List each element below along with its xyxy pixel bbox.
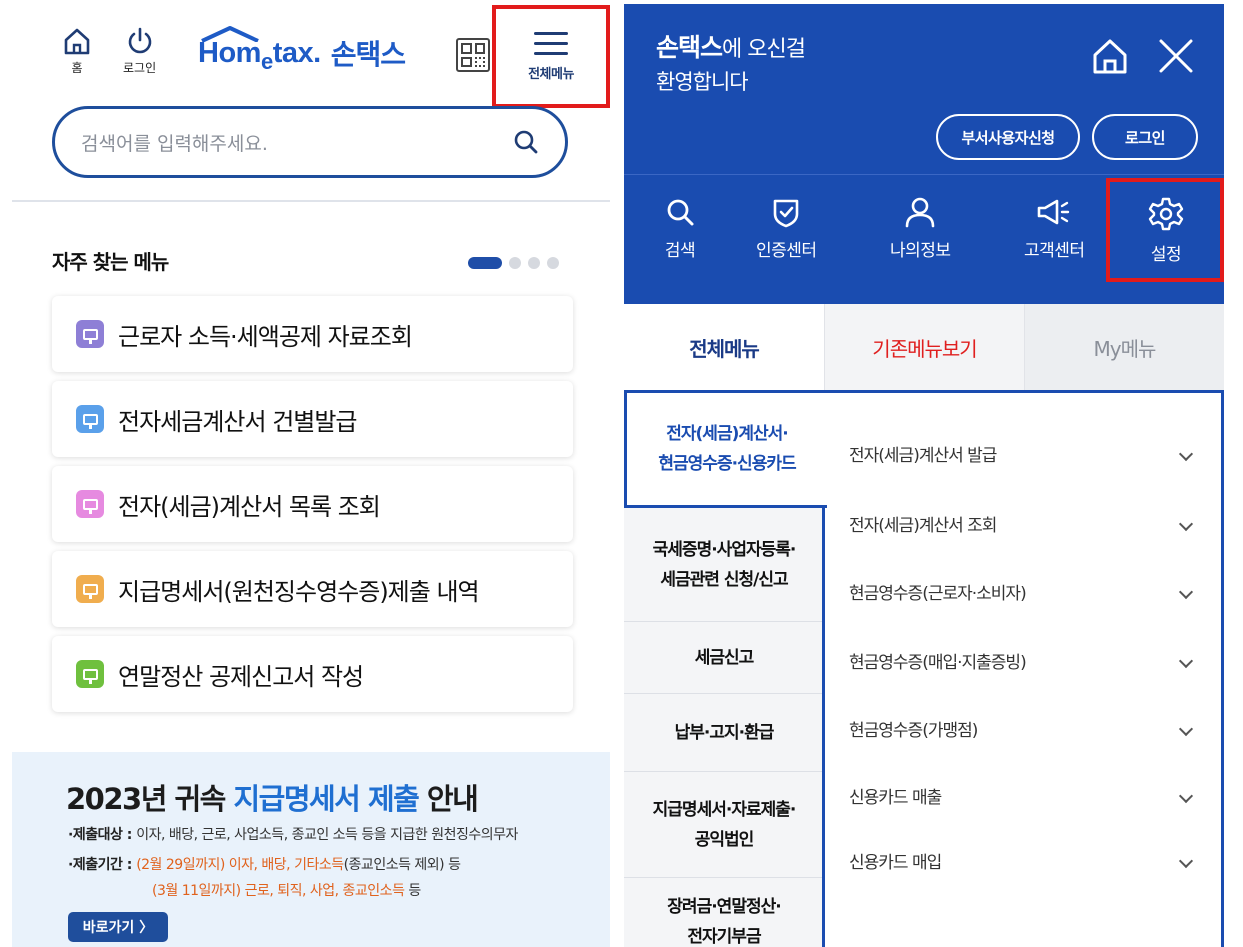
quick-search-label: 검색 <box>664 241 696 261</box>
quick-myinfo-label: 나의정보 <box>890 241 951 261</box>
menu-header: 손택스에 오신걸 환영합니다 부서사용자신청 로그인 검색 인증센터 나의정보 … <box>624 4 1224 304</box>
settings-highlight <box>1106 178 1224 282</box>
category-etax-receipt-card[interactable]: 전자(세금)계산서· 현금영수증·신용카드 <box>624 390 827 508</box>
main-page: 홈 로그인 Hometax. 손택스 전체메뉴 검색어를 입력해주세요. 자주 … <box>0 0 610 947</box>
submenu-item[interactable]: 현금영수증(매입·지출증빙) <box>849 648 1201 673</box>
favorite-item-label: 전자세금계산서 건별발급 <box>118 407 358 436</box>
home-icon[interactable] <box>1090 36 1130 76</box>
favorite-item[interactable]: 근로자 소득·세액공제 자료조회 <box>52 296 573 372</box>
chevron-down-icon <box>1178 853 1194 868</box>
search-icon <box>667 199 694 226</box>
logo-english: Hometax. <box>198 36 321 74</box>
favorites-title: 자주 찾는 메뉴 <box>52 250 169 274</box>
notice-period-line-2: (3월 11일까지) 근로, 퇴직, 사업, 종교인소득 등 <box>152 883 421 899</box>
quick-myinfo-button[interactable]: 나의정보 <box>890 196 951 261</box>
search-icon[interactable] <box>513 129 539 155</box>
category-certificate-registration[interactable]: 국세증명·사업자등록· 세금관련 신청/신고 <box>624 508 824 622</box>
favorite-item[interactable]: 지급명세서(원천징수영수증)제출 내역 <box>52 551 573 627</box>
login-button[interactable]: 로그인 <box>123 26 156 76</box>
screenshot-root: 홈 로그인 Hometax. 손택스 전체메뉴 검색어를 입력해주세요. 자주 … <box>0 0 1243 947</box>
category-sidebar: 전자(세금)계산서· 현금영수증·신용카드 국세증명·사업자등록· 세금관련 신청/… <box>624 390 827 947</box>
chevron-down-icon <box>1178 721 1194 736</box>
favorite-item[interactable]: 전자(세금)계산서 목록 조회 <box>52 466 573 542</box>
home-label: 홈 <box>71 61 83 75</box>
full-menu-button[interactable]: 전체메뉴 <box>492 5 610 108</box>
notice-period-line: ·제출기간 : (2월 29일까지) 이자, 배당, 기타소득(종교인소득 제외… <box>68 857 461 873</box>
category-payment-refund[interactable]: 납부·고지·환급 <box>624 694 824 772</box>
header-separator <box>624 174 1224 175</box>
favorite-item-label: 연말정산 공제신고서 작성 <box>118 662 364 691</box>
quick-customer-label: 고객센터 <box>1024 241 1085 261</box>
tab-my-menu[interactable]: My메뉴 <box>1024 304 1224 390</box>
submenu-item[interactable]: 신용카드 매입 <box>849 848 1201 873</box>
dept-user-request-button[interactable]: 부서사용자신청 <box>936 114 1080 160</box>
monitor-icon <box>76 575 104 603</box>
tab-legacy-menu[interactable]: 기존메뉴보기 <box>824 304 1024 390</box>
category-incentive-yearend[interactable]: 장려금·연말정산· 전자기부금 <box>624 878 824 947</box>
close-icon[interactable] <box>1156 36 1196 76</box>
hometax-logo[interactable]: Hometax. 손택스 <box>198 26 406 80</box>
chevron-down-icon <box>1178 788 1194 803</box>
pager-dot[interactable] <box>528 257 540 269</box>
home-button[interactable]: 홈 <box>62 26 92 76</box>
welcome-text-2: 환영합니다 <box>656 70 749 94</box>
quick-search-button[interactable]: 검색 <box>664 196 696 261</box>
notice-target-line: ·제출대상 : 이자, 배당, 근로, 사업소득, 종교인 소득 등을 지급한 … <box>68 827 518 843</box>
qr-code-icon[interactable] <box>456 38 490 72</box>
tab-all-menu[interactable]: 전체메뉴 <box>624 304 824 390</box>
category-statement-submission[interactable]: 지급명세서·자료제출· 공익법인 <box>624 772 824 878</box>
pager-dot[interactable] <box>509 257 521 269</box>
category-tax-report[interactable]: 세금신고 <box>624 622 824 694</box>
quick-cert-label: 인증센터 <box>756 241 817 261</box>
monitor-icon <box>76 660 104 688</box>
submenu-item[interactable]: 전자(세금)계산서 발급 <box>849 441 1201 466</box>
chevron-down-icon <box>1178 584 1194 599</box>
power-icon <box>128 27 151 54</box>
favorite-item[interactable]: 전자세금계산서 건별발급 <box>52 381 573 457</box>
search-input[interactable]: 검색어를 입력해주세요. <box>52 106 568 178</box>
chevron-down-icon <box>1178 653 1194 668</box>
login-label: 로그인 <box>123 61 157 75</box>
megaphone-icon <box>1037 199 1070 225</box>
search-placeholder: 검색어를 입력해주세요. <box>81 132 268 155</box>
favorite-item[interactable]: 연말정산 공제신고서 작성 <box>52 636 573 712</box>
pager-dot[interactable] <box>547 257 559 269</box>
header-divider <box>12 200 610 202</box>
favorite-item-label: 지급명세서(원천징수영수증)제출 내역 <box>118 577 480 606</box>
submenu-item[interactable]: 신용카드 매출 <box>849 783 1201 808</box>
hamburger-icon <box>534 31 568 55</box>
welcome-text: 손택스에 오신걸 <box>656 33 806 62</box>
notice-title: 2023년 귀속 지급명세서 제출 안내 <box>66 782 479 816</box>
go-button[interactable]: 바로가기 〉 <box>68 912 168 942</box>
user-icon <box>905 197 935 228</box>
full-menu-label: 전체메뉴 <box>528 66 574 82</box>
logo-korean: 손택스 <box>330 38 406 71</box>
submenu-item[interactable]: 전자(세금)계산서 조회 <box>849 511 1201 536</box>
home-icon <box>64 28 90 55</box>
quick-cert-button[interactable]: 인증센터 <box>756 196 817 261</box>
favorites-pager[interactable] <box>468 257 559 269</box>
submenu-panel: 전자(세금)계산서 발급 전자(세금)계산서 조회 현금영수증(근로자·소비자)… <box>822 390 1224 947</box>
monitor-icon <box>76 405 104 433</box>
quick-customer-button[interactable]: 고객센터 <box>1024 196 1085 261</box>
chevron-down-icon <box>1178 446 1194 461</box>
favorite-item-label: 전자(세금)계산서 목록 조회 <box>118 492 381 521</box>
chevron-down-icon <box>1178 516 1194 531</box>
login-button[interactable]: 로그인 <box>1092 114 1198 160</box>
submenu-item[interactable]: 현금영수증(근로자·소비자) <box>849 579 1201 604</box>
monitor-icon <box>76 320 104 348</box>
submenu-item[interactable]: 현금영수증(가맹점) <box>849 716 1201 741</box>
monitor-icon <box>76 490 104 518</box>
pager-dot-active[interactable] <box>468 257 502 269</box>
notice-banner: 2023년 귀속 지급명세서 제출 안내 ·제출대상 : 이자, 배당, 근로,… <box>12 752 610 947</box>
full-menu-panel: 손택스에 오신걸 환영합니다 부서사용자신청 로그인 검색 인증센터 나의정보 … <box>624 4 1224 947</box>
favorite-item-label: 근로자 소득·세액공제 자료조회 <box>118 322 413 351</box>
shield-check-icon <box>773 199 799 228</box>
